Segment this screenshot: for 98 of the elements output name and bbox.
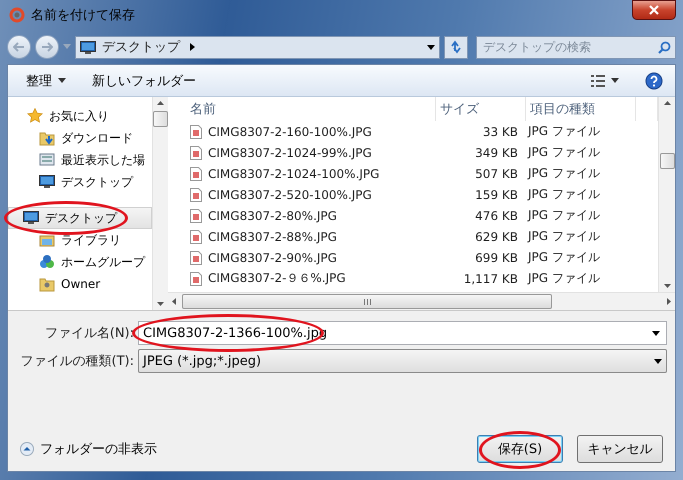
close-icon: [649, 5, 659, 15]
file-size: 159 KB: [474, 188, 519, 202]
help-button[interactable]: [643, 70, 665, 92]
monitor-icon: [39, 174, 55, 190]
image-file-icon: [190, 166, 202, 180]
help-icon: [645, 72, 663, 90]
file-name[interactable]: CIMG8307-2-88%.JPG: [208, 230, 337, 244]
column-header[interactable]: 項目の種類: [526, 97, 636, 121]
file-size: 507 KB: [474, 166, 519, 180]
folder-user-icon: [39, 276, 55, 292]
file-size: 1,117 KB: [462, 272, 519, 286]
sidebar-item[interactable]: デスクトップ: [8, 207, 152, 229]
scroll-thumb[interactable]: [153, 111, 168, 127]
cancel-button[interactable]: キャンセル: [577, 435, 663, 463]
down-arrow-icon: [157, 302, 164, 306]
file-name[interactable]: CIMG8307-2-1024-100%.JPG: [208, 166, 380, 180]
file-name[interactable]: CIMG8307-2-80%.JPG: [208, 208, 337, 222]
file-name[interactable]: CIMG8307-2-520-100%.JPG: [208, 188, 372, 202]
sidebar-item[interactable]: ホームグループ: [8, 251, 152, 273]
file-type: JPG ファイル: [526, 249, 601, 266]
file-size: 33 KB: [482, 124, 519, 138]
search-icon: [658, 40, 671, 54]
caret-icon: [427, 44, 435, 50]
folder-download-icon: [39, 130, 55, 146]
scrollbar[interactable]: [168, 292, 675, 310]
file-type: JPG ファイル: [526, 186, 601, 203]
left-arrow-icon: [172, 298, 176, 305]
sidebar-item[interactable]: Owner: [8, 273, 152, 295]
app-icon: [9, 7, 25, 23]
file-name[interactable]: CIMG8307-2-160-100%.JPG: [208, 124, 372, 138]
save-button[interactable]: 保存(S): [477, 435, 563, 463]
file-type: JPG ファイル: [526, 123, 601, 140]
forward-button[interactable]: [35, 35, 59, 59]
view-button[interactable]: [589, 72, 621, 88]
sidebar-item[interactable]: お気に入り: [8, 105, 152, 127]
scrollbar[interactable]: [152, 97, 168, 310]
image-file-icon: [190, 250, 202, 264]
file-type: JPG ファイル: [526, 270, 601, 287]
sidebar-item[interactable]: ライブラリ: [8, 229, 152, 251]
file-size: 629 KB: [474, 230, 519, 244]
search-field[interactable]: デスクトップの検索: [476, 36, 676, 58]
star-icon: [27, 108, 43, 124]
scrollbar[interactable]: [658, 97, 675, 292]
image-file-icon: [190, 272, 202, 286]
image-file-icon: [190, 188, 202, 202]
sidebar-item[interactable]: デスクトップ: [8, 171, 152, 193]
left-arrow-icon: [13, 42, 25, 52]
field-label: ファイルの種類(T):: [20, 353, 135, 370]
up-arrow-icon: [664, 101, 670, 105]
monitor-icon: [23, 210, 39, 226]
address-bar[interactable]: デスクトップ: [75, 36, 440, 58]
column-header[interactable]: 名前: [186, 97, 436, 121]
file-type-dropdown[interactable]: JPEG (*.jpg;*.jpeg): [138, 349, 667, 373]
file-size: 349 KB: [474, 146, 519, 160]
organize-button[interactable]: 整理: [24, 70, 68, 92]
sidebar-item[interactable]: ダウンロード: [8, 127, 152, 149]
scroll-thumb[interactable]: [182, 294, 552, 309]
file-name[interactable]: CIMG8307-2-90%.JPG: [208, 250, 337, 264]
refresh-button[interactable]: [444, 36, 468, 58]
right-arrow-icon: [667, 298, 671, 305]
up-arrow-icon: [157, 101, 164, 105]
hide-folders-button[interactable]: フォルダーの非表示: [20, 440, 157, 458]
refresh-icon: [449, 40, 463, 54]
chevron-right-icon: [190, 43, 195, 51]
scroll-thumb[interactable]: [660, 153, 674, 169]
list-view-icon: [591, 74, 605, 86]
caret-icon: [654, 358, 662, 364]
grip-icon: [364, 298, 370, 304]
back-button[interactable]: [7, 35, 31, 59]
file-type: JPG ファイル: [526, 207, 601, 224]
right-arrow-icon: [41, 42, 53, 52]
file-name[interactable]: CIMG8307-2-９６%.JPG: [208, 270, 346, 287]
sidebar-item[interactable]: 最近表示した場: [8, 149, 152, 171]
file-size: 476 KB: [474, 208, 519, 222]
file-size: 699 KB: [474, 250, 519, 264]
caret-icon: [652, 331, 660, 336]
collapse-icon: [20, 442, 34, 456]
field-label: ファイル名(N):: [44, 325, 135, 342]
homegroup-icon: [39, 254, 55, 270]
image-file-icon: [190, 146, 202, 160]
caret-icon: [63, 44, 71, 50]
file-type: JPG ファイル: [526, 228, 601, 245]
file-type: JPG ファイル: [526, 144, 601, 161]
breadcrumb-text[interactable]: デスクトップ: [102, 38, 180, 56]
file-name[interactable]: CIMG8307-2-1024-99%.JPG: [208, 146, 372, 160]
file-type: JPG ファイル: [526, 165, 601, 182]
down-arrow-icon: [664, 284, 670, 288]
close-button[interactable]: [632, 0, 676, 20]
monitor-icon: [80, 40, 96, 54]
recent-places-icon: [39, 152, 55, 168]
image-file-icon: [190, 230, 202, 244]
caret-icon: [58, 78, 66, 83]
window-title: 名前を付けて保存: [31, 7, 136, 24]
new-folder-button[interactable]: 新しいフォルダー: [90, 70, 198, 92]
image-file-icon: [190, 124, 202, 138]
caret-icon: [611, 78, 619, 83]
image-file-icon: [190, 208, 202, 222]
column-header[interactable]: サイズ: [436, 97, 526, 121]
